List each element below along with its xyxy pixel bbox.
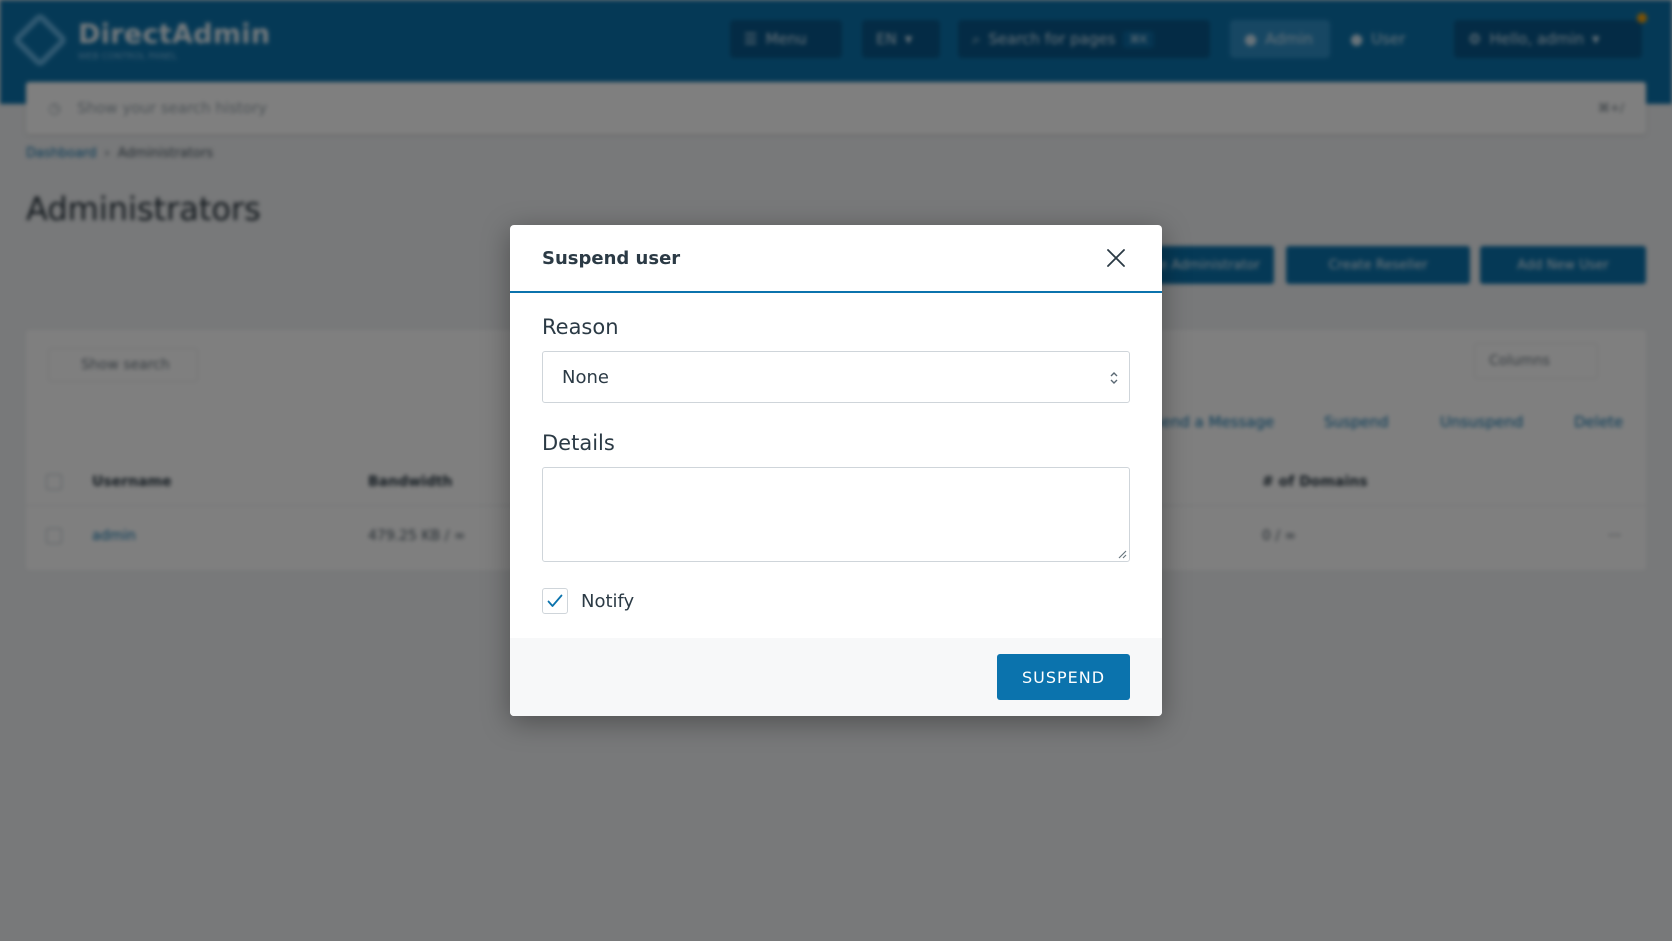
notify-checkbox[interactable] xyxy=(542,588,568,614)
notify-label: Notify xyxy=(581,590,635,612)
notify-option[interactable]: Notify xyxy=(542,588,1130,614)
reason-selected-value: None xyxy=(562,366,609,388)
dialog-title: Suspend user xyxy=(542,247,681,269)
select-updown-icon xyxy=(1110,372,1118,384)
checkmark-icon xyxy=(547,594,563,607)
details-textarea[interactable] xyxy=(542,467,1130,562)
details-label: Details xyxy=(542,431,615,455)
dialog-body: Reason None Details Notify xyxy=(510,293,1162,614)
reason-label: Reason xyxy=(542,315,619,339)
suspend-button[interactable]: SUSPEND xyxy=(997,654,1130,700)
suspend-user-dialog: Suspend user Reason None Details Notify … xyxy=(510,225,1162,716)
close-icon xyxy=(1107,249,1125,267)
reason-select[interactable]: None xyxy=(542,351,1130,403)
dialog-header: Suspend user xyxy=(510,225,1162,293)
close-button[interactable] xyxy=(1102,244,1130,272)
resize-grip-icon[interactable] xyxy=(1117,549,1127,559)
dialog-footer: SUSPEND xyxy=(510,638,1162,716)
